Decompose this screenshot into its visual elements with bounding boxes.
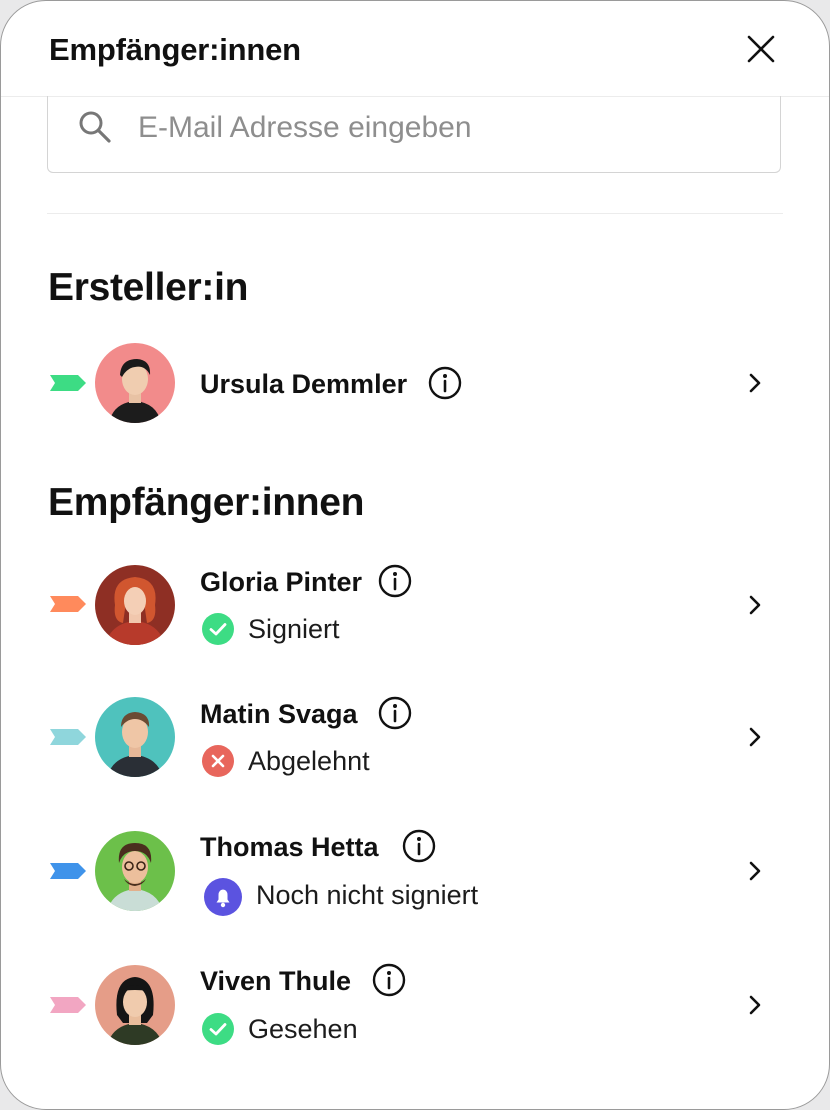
recipient-row[interactable]: Gloria Pinter Signiert [1, 560, 829, 650]
chevron-right-icon[interactable] [745, 725, 765, 749]
info-icon[interactable] [378, 696, 412, 730]
person-name: Viven Thule [200, 966, 352, 996]
person-name: Matin Svaga [200, 699, 358, 729]
check-circle-icon [202, 1013, 234, 1045]
recipient-row[interactable]: Viven Thule Gesehen [1, 960, 829, 1050]
creator-section-title: Ersteller:in [48, 266, 249, 309]
avatar [95, 343, 175, 423]
status-label: Gesehen [248, 1014, 358, 1044]
avatar [95, 565, 175, 645]
creator-row[interactable]: Ursula Demmler [1, 338, 829, 428]
color-tag [50, 596, 86, 612]
avatar [95, 831, 175, 911]
info-icon[interactable] [402, 829, 436, 863]
color-tag [50, 375, 86, 391]
status-label: Noch nicht signiert [256, 880, 479, 910]
divider [47, 213, 783, 214]
bell-icon [204, 878, 242, 916]
avatar [95, 697, 175, 777]
close-button[interactable] [739, 27, 783, 71]
color-tag [50, 729, 86, 745]
chevron-right-icon[interactable] [745, 371, 765, 395]
search-icon [79, 111, 111, 143]
chevron-right-icon[interactable] [745, 993, 765, 1017]
close-icon [747, 35, 775, 63]
status-label: Abgelehnt [248, 746, 370, 776]
person-name: Ursula Demmler [200, 369, 408, 399]
declined-circle-icon [202, 745, 234, 777]
recipient-row[interactable]: Matin Svaga Abgelehnt [1, 692, 829, 782]
person-name: Gloria Pinter [200, 567, 363, 597]
color-tag [50, 863, 86, 879]
info-icon[interactable] [378, 564, 412, 598]
status-label: Signiert [248, 614, 340, 644]
avatar [95, 965, 175, 1045]
panel-header: Empfänger:innen [1, 1, 829, 97]
check-circle-icon [202, 613, 234, 645]
email-search-input[interactable] [138, 108, 738, 148]
info-icon[interactable] [428, 366, 462, 400]
color-tag [50, 997, 86, 1013]
person-name: Thomas Hetta [200, 832, 379, 862]
panel-title: Empfänger:innen [49, 32, 301, 67]
recipients-section-title: Empfänger:innen [48, 481, 365, 524]
chevron-right-icon[interactable] [745, 593, 765, 617]
info-icon[interactable] [372, 963, 406, 997]
recipients-panel: Empfänger:innen Ersteller:in [0, 0, 830, 1110]
recipient-row[interactable]: Thomas Hetta Noch nicht signiert [1, 826, 829, 916]
chevron-right-icon[interactable] [745, 859, 765, 883]
search-box [47, 96, 781, 173]
